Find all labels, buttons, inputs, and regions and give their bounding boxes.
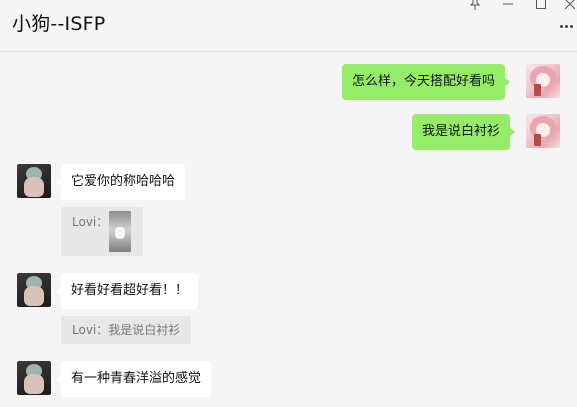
quoted-image-message[interactable]: Lovi：	[61, 207, 143, 256]
avatar[interactable]	[17, 361, 51, 395]
quoted-text-message[interactable]: Lovi：我是说白衬衫	[61, 316, 192, 344]
message-bubble-self: 我是说白衬衫	[412, 114, 516, 150]
quote-label: Lovi：	[72, 215, 109, 229]
message-bubble-other: 它爱你的称哈哈哈	[55, 164, 186, 200]
close-icon[interactable]	[561, 0, 577, 11]
pin-icon[interactable]	[466, 0, 484, 11]
message-bubble-other: 好看好看超好看！！	[55, 273, 199, 309]
more-icon[interactable]	[560, 23, 574, 29]
avatar[interactable]	[526, 64, 560, 98]
minimize-icon[interactable]	[499, 0, 517, 11]
maximize-icon[interactable]	[532, 0, 550, 11]
avatar[interactable]	[526, 114, 560, 148]
chat-title: 小狗--ISFP	[12, 13, 106, 35]
message-bubble-self: 怎么样，今天搭配好看吗	[342, 64, 511, 100]
chat-header: 小狗--ISFP	[0, 0, 577, 52]
message-bubble-other: 有一种青春洋溢的感觉	[55, 361, 212, 397]
avatar[interactable]	[17, 273, 51, 307]
image-thumbnail[interactable]	[109, 211, 131, 252]
avatar[interactable]	[17, 164, 51, 198]
